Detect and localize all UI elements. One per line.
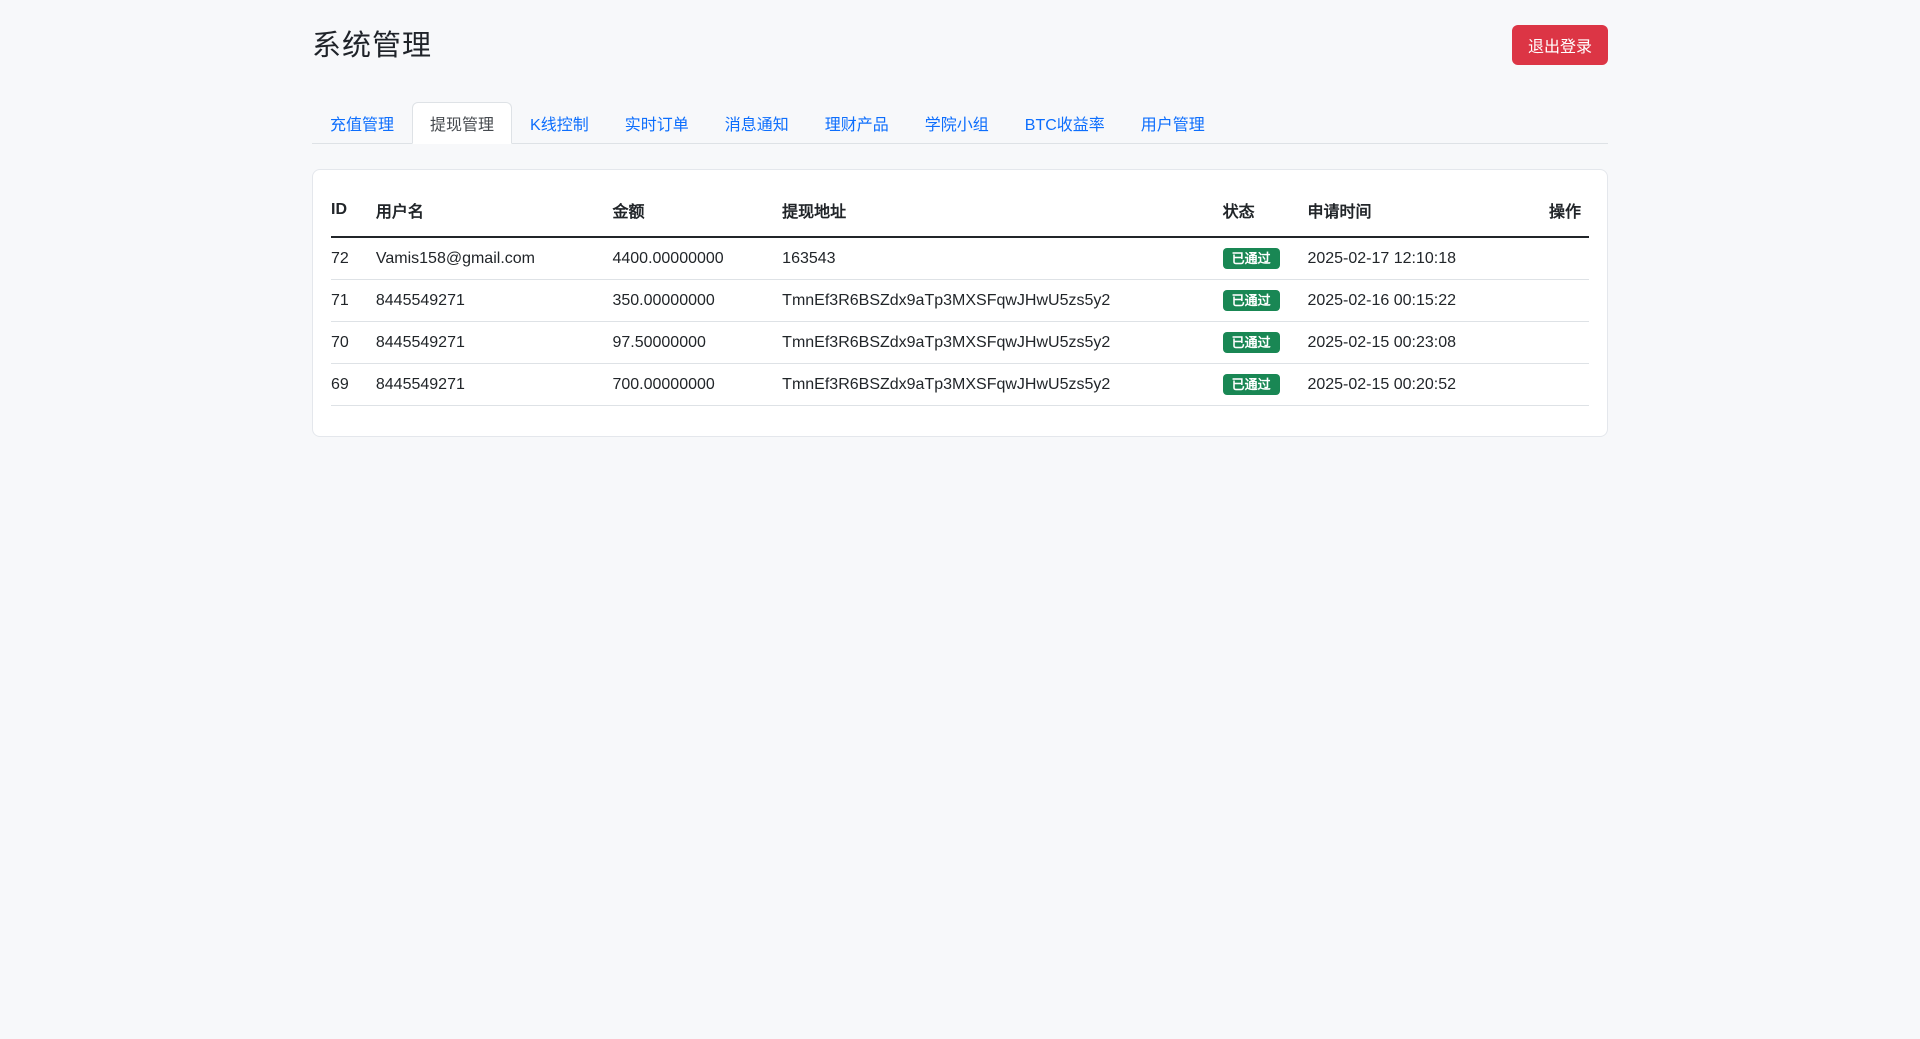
cell-id: 71 bbox=[331, 279, 376, 322]
cell-amount: 97.50000000 bbox=[612, 321, 783, 364]
cell-amount: 350.00000000 bbox=[612, 279, 783, 322]
tab-kline-control[interactable]: K线控制 bbox=[512, 102, 607, 144]
status-badge: 已通过 bbox=[1222, 332, 1280, 353]
status-badge: 已通过 bbox=[1222, 374, 1280, 395]
col-header-address: 提现地址 bbox=[782, 190, 1223, 238]
page-title: 系统管理 bbox=[312, 30, 433, 62]
cell-id: 72 bbox=[331, 237, 376, 280]
col-header-status: 状态 bbox=[1222, 190, 1308, 238]
tab-btc-yield[interactable]: BTC收益率 bbox=[1007, 102, 1123, 144]
cell-action bbox=[1531, 363, 1589, 406]
table-row: 71 8445549271 350.00000000 TmnEf3R6BSZdx… bbox=[331, 279, 1589, 322]
cell-username: 8445549271 bbox=[375, 321, 613, 364]
col-header-action: 操作 bbox=[1531, 190, 1589, 238]
tab-bar: 充值管理 提现管理 K线控制 实时订单 消息通知 理财产品 学院小组 BTC收益… bbox=[312, 102, 1608, 144]
page-container: 系统管理 退出登录 充值管理 提现管理 K线控制 实时订单 消息通知 理财产品 … bbox=[312, 0, 1608, 437]
cell-action bbox=[1531, 279, 1589, 322]
cell-username: 8445549271 bbox=[375, 279, 613, 322]
cell-status: 已通过 bbox=[1222, 321, 1308, 364]
tab-recharge-management[interactable]: 充值管理 bbox=[312, 102, 412, 144]
withdrawals-table: ID 用户名 金额 提现地址 状态 申请时间 操作 72 Vamis158@gm… bbox=[331, 190, 1589, 406]
status-badge: 已通过 bbox=[1222, 290, 1280, 311]
tab-user-management[interactable]: 用户管理 bbox=[1123, 102, 1223, 144]
withdrawals-card: ID 用户名 金额 提现地址 状态 申请时间 操作 72 Vamis158@gm… bbox=[312, 169, 1608, 437]
table-row: 69 8445549271 700.00000000 TmnEf3R6BSZdx… bbox=[331, 363, 1589, 406]
cell-address: 163543 bbox=[782, 237, 1223, 280]
cell-amount: 4400.00000000 bbox=[612, 237, 783, 280]
cell-username: 8445549271 bbox=[375, 363, 613, 406]
cell-amount: 700.00000000 bbox=[612, 363, 783, 406]
cell-time: 2025-02-15 00:23:08 bbox=[1307, 321, 1532, 364]
col-header-amount: 金额 bbox=[612, 190, 783, 238]
cell-time: 2025-02-17 12:10:18 bbox=[1307, 237, 1532, 280]
cell-address: TmnEf3R6BSZdx9aTp3MXSFqwJHwU5zs5y2 bbox=[782, 279, 1223, 322]
table-row: 72 Vamis158@gmail.com 4400.00000000 1635… bbox=[331, 237, 1589, 280]
status-badge: 已通过 bbox=[1222, 248, 1280, 269]
cell-status: 已通过 bbox=[1222, 237, 1308, 280]
cell-status: 已通过 bbox=[1222, 363, 1308, 406]
tab-message-notifications[interactable]: 消息通知 bbox=[707, 102, 807, 144]
cell-address: TmnEf3R6BSZdx9aTp3MXSFqwJHwU5zs5y2 bbox=[782, 321, 1223, 364]
cell-status: 已通过 bbox=[1222, 279, 1308, 322]
tab-withdraw-management[interactable]: 提现管理 bbox=[412, 102, 513, 144]
cell-action bbox=[1531, 237, 1589, 280]
tab-realtime-orders[interactable]: 实时订单 bbox=[607, 102, 707, 144]
cell-time: 2025-02-15 00:20:52 bbox=[1307, 363, 1532, 406]
cell-id: 70 bbox=[331, 321, 376, 364]
col-header-username: 用户名 bbox=[375, 190, 613, 238]
table-header-row: ID 用户名 金额 提现地址 状态 申请时间 操作 bbox=[331, 190, 1589, 238]
cell-username: Vamis158@gmail.com bbox=[375, 237, 613, 280]
logout-button[interactable]: 退出登录 bbox=[1511, 25, 1608, 65]
cell-address: TmnEf3R6BSZdx9aTp3MXSFqwJHwU5zs5y2 bbox=[782, 363, 1223, 406]
tab-financial-products[interactable]: 理财产品 bbox=[807, 102, 907, 144]
cell-action bbox=[1531, 321, 1589, 364]
col-header-id: ID bbox=[331, 190, 376, 238]
table-row: 70 8445549271 97.50000000 TmnEf3R6BSZdx9… bbox=[331, 321, 1589, 364]
col-header-time: 申请时间 bbox=[1307, 190, 1532, 238]
cell-id: 69 bbox=[331, 363, 376, 406]
cell-time: 2025-02-16 00:15:22 bbox=[1307, 279, 1532, 322]
tab-academy-group[interactable]: 学院小组 bbox=[907, 102, 1007, 144]
